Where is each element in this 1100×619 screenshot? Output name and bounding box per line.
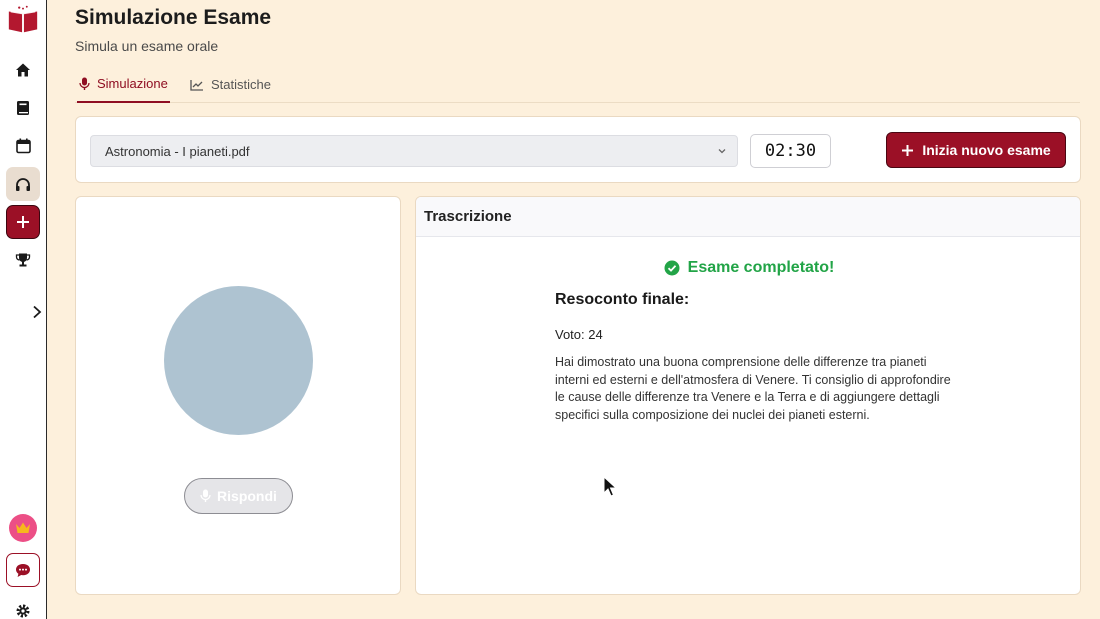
respond-button[interactable]: Rispondi [184, 478, 293, 514]
summary-title: Resoconto finale: [555, 291, 690, 308]
trophy-icon[interactable] [6, 243, 40, 277]
respond-button-label: Rispondi [217, 488, 277, 504]
sidebar [0, 0, 47, 619]
transcript-header: Trascrizione [416, 197, 1080, 237]
exam-completed-text: Esame completato! [687, 259, 835, 276]
chat-icon[interactable] [6, 553, 40, 587]
plus-icon[interactable] [6, 205, 40, 239]
mouse-cursor-icon [603, 475, 618, 503]
mic-icon [79, 77, 90, 90]
tab-bar: Simulazione Statistiche [75, 66, 1080, 103]
chevron-right-icon[interactable] [32, 305, 42, 324]
check-circle-icon [664, 260, 680, 276]
crown-icon[interactable] [9, 514, 37, 542]
tab-simulazione[interactable]: Simulazione [77, 66, 170, 103]
start-new-exam-label: Inizia nuovo esame [922, 142, 1051, 158]
chart-line-icon [190, 79, 203, 91]
avatar-panel: Rispondi [75, 196, 401, 595]
transcript-panel: Trascrizione Esame completato! Resoconto… [415, 196, 1081, 595]
document-select-value: Astronomia - I pianeti.pdf [105, 143, 250, 159]
document-select[interactable]: Astronomia - I pianeti.pdf [90, 135, 738, 167]
start-new-exam-button[interactable]: Inizia nuovo esame [886, 132, 1066, 168]
gear-icon[interactable] [6, 594, 40, 619]
tab-statistiche-label: Statistiche [211, 77, 271, 92]
chevron-down-icon [718, 149, 726, 154]
exam-controls-card: Astronomia - I pianeti.pdf 02:30 Inizia … [75, 116, 1081, 183]
examiner-avatar [164, 286, 313, 435]
page-subtitle: Simula un esame orale [75, 38, 219, 54]
logo-book-icon[interactable] [6, 2, 40, 36]
plus-icon [902, 144, 914, 156]
page-title: Simulazione Esame [75, 6, 272, 29]
tab-simulazione-label: Simulazione [97, 76, 168, 91]
grade-text: Voto: 24 [555, 327, 603, 342]
mic-icon [200, 489, 211, 502]
book-icon[interactable] [6, 91, 40, 125]
headphones-icon[interactable] [6, 167, 40, 201]
home-icon[interactable] [6, 53, 40, 87]
calendar-icon[interactable] [6, 129, 40, 163]
timer-display: 02:30 [750, 134, 831, 168]
exam-completed-status: Esame completato! [416, 259, 1080, 277]
tab-statistiche[interactable]: Statistiche [188, 66, 273, 103]
feedback-text: Hai dimostrato una buona comprensione de… [555, 355, 951, 422]
